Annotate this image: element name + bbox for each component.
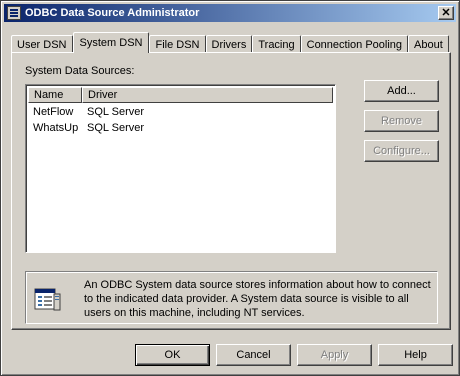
tab-about[interactable]: About — [408, 35, 449, 53]
remove-button[interactable]: Remove — [364, 110, 439, 132]
configure-button[interactable]: Configure... — [364, 140, 439, 162]
column-header-name[interactable]: Name — [28, 87, 82, 103]
info-box: An ODBC System data source stores inform… — [25, 271, 438, 324]
column-header-driver[interactable]: Driver — [82, 87, 333, 103]
dsn-driver: SQL Server — [87, 106, 145, 118]
tab-drivers[interactable]: Drivers — [205, 35, 253, 53]
window-title: ODBC Data Source Administrator — [25, 7, 200, 19]
add-button[interactable]: Add... — [364, 80, 439, 102]
tab-file-dsn[interactable]: File DSN — [149, 35, 206, 53]
odbc-app-icon — [7, 6, 21, 20]
tab-user-dsn[interactable]: User DSN — [11, 35, 73, 53]
close-button[interactable]: ✕ — [438, 6, 454, 20]
dsn-driver: SQL Server — [87, 122, 145, 134]
apply-button[interactable]: Apply — [297, 344, 372, 366]
cancel-button[interactable]: Cancel — [216, 344, 291, 366]
title-bar[interactable]: ODBC Data Source Administrator ✕ — [4, 4, 456, 22]
ok-button[interactable]: OK — [135, 344, 210, 366]
tab-tracing[interactable]: Tracing — [252, 35, 301, 53]
list-item[interactable]: WhatsUp SQL Server — [28, 120, 144, 136]
help-button[interactable]: Help — [378, 344, 453, 366]
dsn-name: WhatsUp — [33, 122, 79, 134]
info-description: An ODBC System data source stores inform… — [84, 279, 431, 319]
tab-strip: User DSN System DSN File DSN Drivers Tra… — [11, 31, 449, 53]
list-item[interactable]: NetFlow SQL Server — [28, 104, 144, 120]
system-data-sources-label: System Data Sources: — [25, 65, 135, 77]
odbc-admin-window: ODBC Data Source Administrator ✕ User DS… — [0, 0, 460, 376]
data-source-list[interactable]: Name Driver NetFlow SQL Server WhatsUp S… — [25, 84, 336, 253]
tab-connection-pooling[interactable]: Connection Pooling — [300, 35, 409, 53]
dsn-name: NetFlow — [33, 106, 74, 118]
odbc-datasource-icon — [34, 288, 61, 311]
tab-system-dsn[interactable]: System DSN — [72, 32, 150, 53]
list-header: Name Driver — [28, 87, 333, 103]
